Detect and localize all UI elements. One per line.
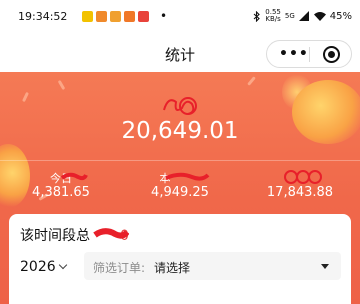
redaction-scribble: [93, 228, 129, 239]
confetti: [22, 91, 29, 103]
network-speed: 0.55 KB/s: [265, 8, 281, 23]
notification-dot: •: [160, 9, 168, 23]
app-notification-icon: [82, 11, 93, 22]
close-target-icon[interactable]: [323, 46, 340, 63]
filter-label: 筛选订单:: [93, 261, 146, 275]
app-notification-icon: [138, 11, 149, 22]
clock: 19:34:52: [18, 10, 68, 23]
redaction-scribble: [284, 170, 322, 184]
divider: [0, 160, 360, 161]
system-indicators: 0.55 KB/s 5G 45%: [253, 9, 352, 23]
bluetooth-icon: [253, 10, 261, 22]
confetti: [247, 76, 256, 86]
battery-level: 45%: [329, 10, 352, 22]
redaction-scribble: [165, 172, 210, 181]
redaction-scribble: [163, 97, 197, 115]
stat-value: 4,381.65: [32, 185, 90, 200]
status-bar: 19:34:52 • 0.55 KB/s 5G 45%: [0, 0, 360, 36]
mini-program-capsule: •••: [266, 40, 352, 68]
app-notification-icon: [110, 11, 121, 22]
more-icon[interactable]: •••: [279, 46, 309, 62]
capsule-divider: [309, 47, 310, 62]
filter-value: 请选择: [154, 261, 191, 275]
nav-bar: 统计 •••: [0, 36, 360, 72]
app-notification-icon: [124, 11, 135, 22]
chevron-down-icon: [58, 260, 67, 270]
signal-icon: [298, 11, 309, 21]
redaction-scribble: [60, 172, 88, 181]
year-selector[interactable]: 2026: [20, 259, 67, 275]
order-filter-select[interactable]: 筛选订单: 请选择: [84, 252, 341, 280]
dropdown-caret-icon: [321, 264, 329, 269]
wifi-icon: [313, 12, 326, 21]
network-type: 5G: [284, 12, 295, 20]
confetti: [57, 79, 66, 91]
app-notification-icon: [96, 11, 107, 22]
stat-value: 17,843.88: [266, 185, 334, 200]
stat-value: 4,949.25: [151, 185, 209, 200]
period-card: 该时间段总 0 2026 筛选订单: 请选择: [9, 214, 351, 304]
total-amount: 20,649.01: [121, 118, 239, 144]
notification-icons: [82, 11, 149, 22]
